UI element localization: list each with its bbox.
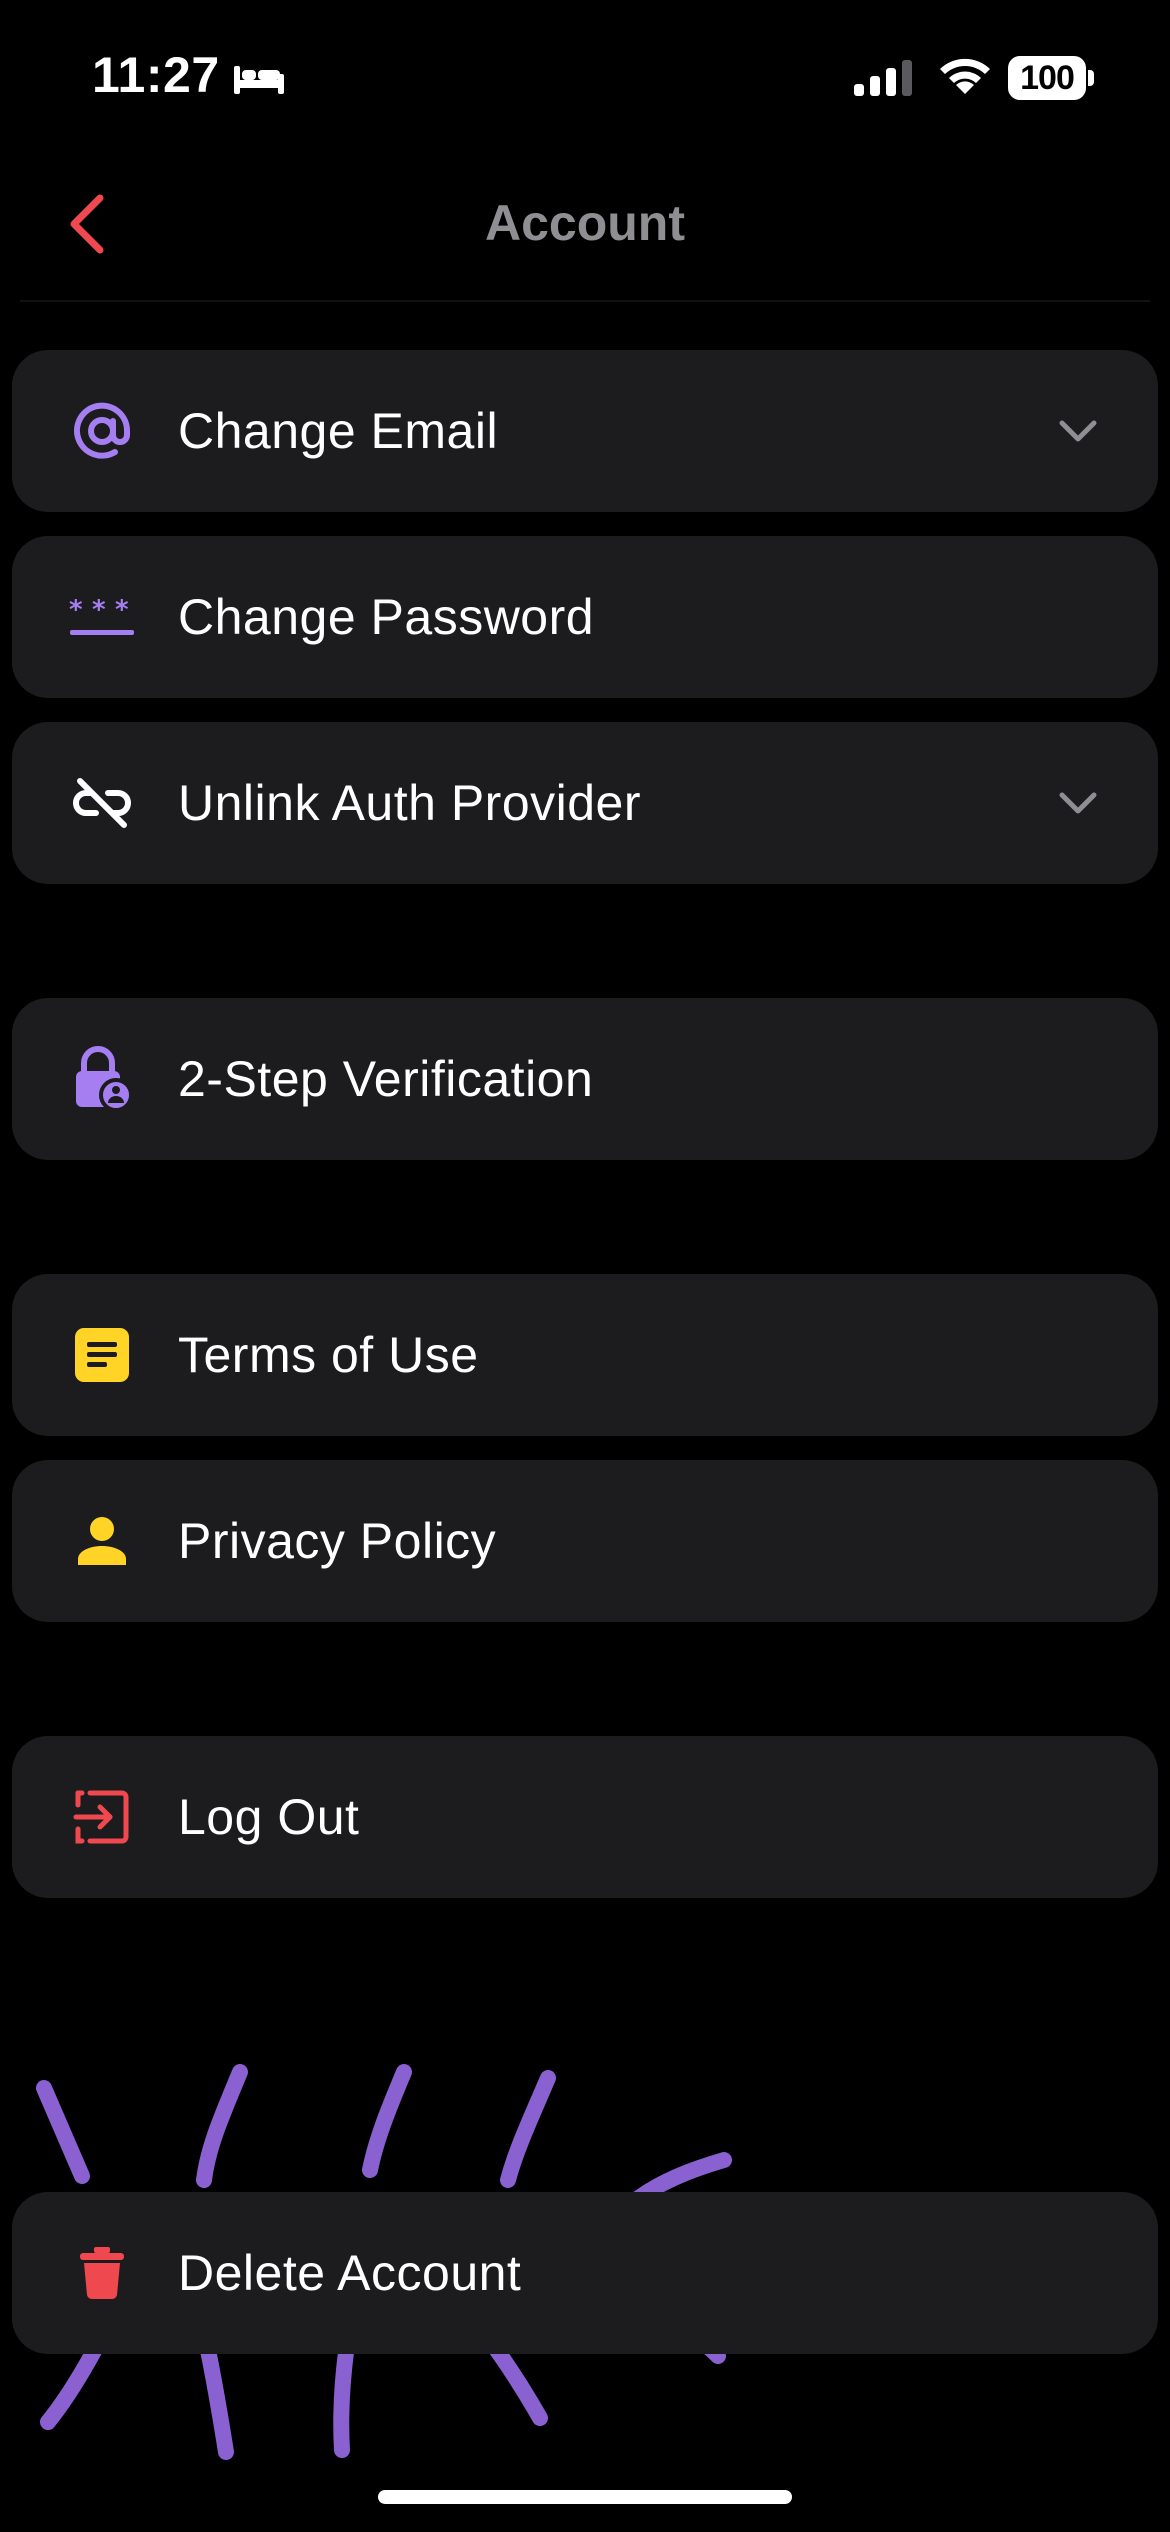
document-icon	[68, 1321, 136, 1389]
nav-bar: Account	[0, 160, 1170, 302]
nav-divider	[20, 300, 1150, 302]
unlink-icon	[68, 769, 136, 837]
chevron-down-icon	[1059, 792, 1097, 814]
account-screen: 11:27 100 Account Change Email * * * Cha…	[0, 0, 1170, 2532]
wifi-icon	[940, 58, 990, 94]
trash-icon	[68, 2239, 136, 2307]
at-sign-icon	[68, 397, 136, 465]
logout-icon	[68, 1783, 136, 1851]
person-icon	[68, 1507, 136, 1575]
privacy-policy-row[interactable]: Privacy Policy	[12, 1460, 1158, 1622]
status-bar: 11:27 100	[0, 0, 1170, 150]
row-label: Delete Account	[178, 2245, 522, 2301]
row-label: Terms of Use	[178, 1327, 479, 1383]
change-email-row[interactable]: Change Email	[12, 350, 1158, 512]
delete-account-row[interactable]: Delete Account	[12, 2192, 1158, 2354]
lock-user-icon	[68, 1045, 136, 1113]
two-step-verification-row[interactable]: 2-Step Verification	[12, 998, 1158, 1160]
svg-text:*: *	[69, 595, 83, 625]
unlink-auth-provider-row[interactable]: Unlink Auth Provider	[12, 722, 1158, 884]
row-label: Change Email	[178, 403, 499, 459]
password-asterisks-icon: * * *	[68, 583, 136, 651]
row-label: Unlink Auth Provider	[178, 775, 642, 831]
change-password-row[interactable]: * * * Change Password	[12, 536, 1158, 698]
row-label: Log Out	[178, 1789, 360, 1845]
svg-text:*: *	[115, 595, 129, 625]
status-time: 11:27	[92, 47, 220, 103]
row-label: Change Password	[178, 589, 595, 645]
bed-icon	[234, 66, 284, 94]
battery-icon: 100	[1008, 56, 1094, 100]
page-title: Account	[485, 195, 685, 251]
row-label: Privacy Policy	[178, 1513, 497, 1569]
row-label: 2-Step Verification	[178, 1051, 594, 1107]
log-out-row[interactable]: Log Out	[12, 1736, 1158, 1898]
svg-text:*: *	[92, 595, 106, 625]
terms-of-use-row[interactable]: Terms of Use	[12, 1274, 1158, 1436]
home-indicator[interactable]	[378, 2490, 792, 2504]
chevron-down-icon	[1059, 420, 1097, 442]
cellular-signal-icon	[854, 60, 912, 96]
battery-level: 100	[1020, 59, 1075, 97]
